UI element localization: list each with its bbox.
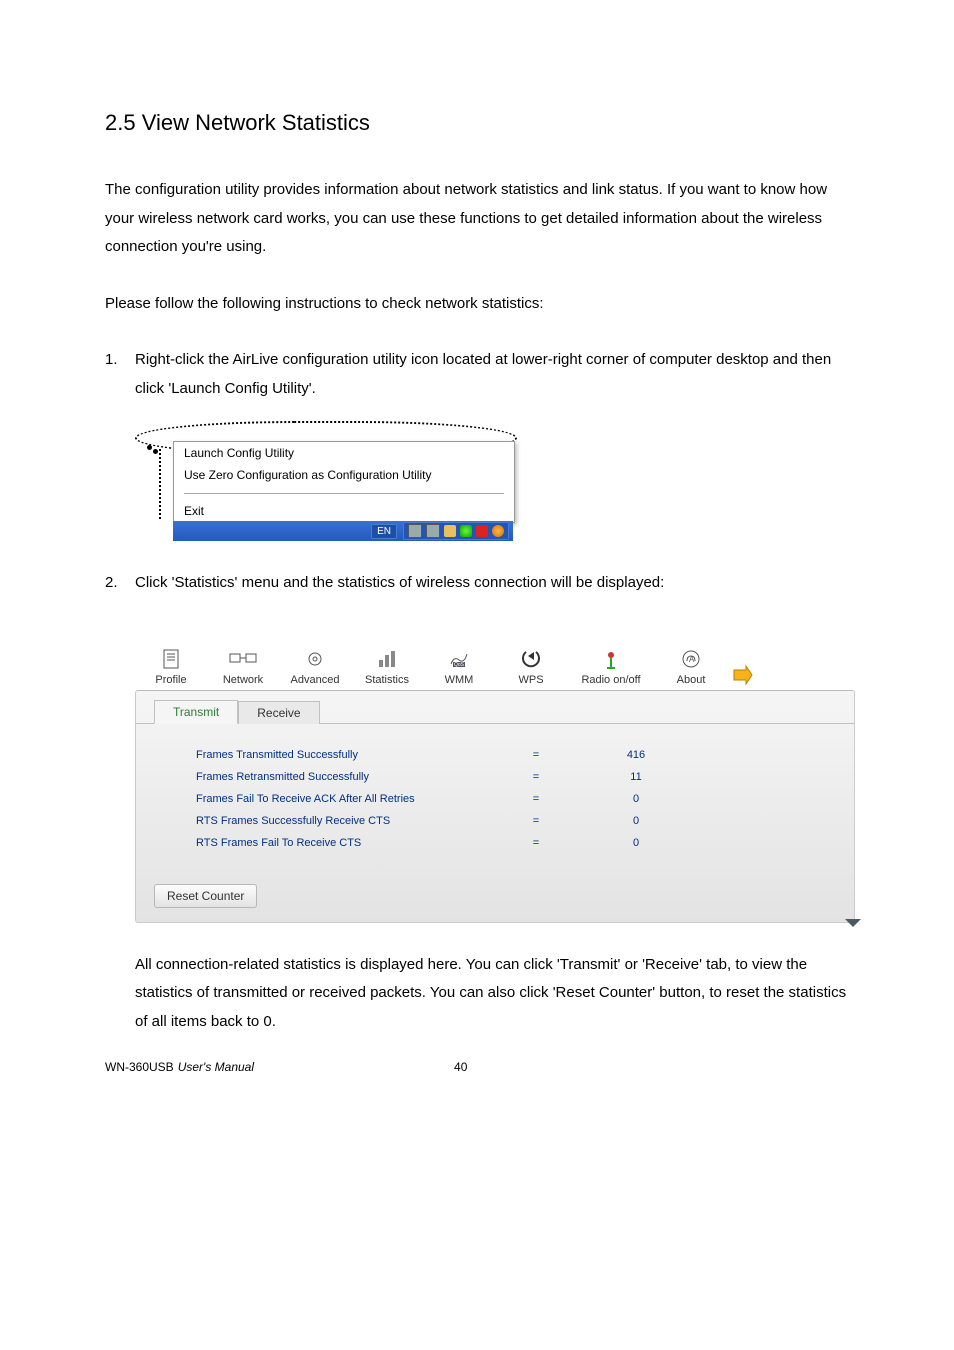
table-row: RTS Frames Fail To Receive CTS = 0 [196,832,814,854]
context-menu-screenshot: Launch Config Utility Use Zero Configura… [135,431,525,541]
tray-shield-icon[interactable] [444,525,456,537]
tab-transmit[interactable]: Transmit [154,700,238,724]
step-1: 1. Right-click the AirLive configuration… [105,346,849,403]
toolbar-next-arrow[interactable] [727,664,759,690]
reset-counter-button[interactable]: Reset Counter [154,884,257,908]
tab-bar: Transmit Receive [136,691,854,724]
tray-alert-icon[interactable] [476,525,488,537]
table-row: RTS Frames Successfully Receive CTS = 0 [196,810,814,832]
step-2-text: Click 'Statistics' menu and the statisti… [135,569,849,598]
step-2-number: 2. [105,569,135,598]
menu-separator [174,486,514,500]
statistics-icon [376,648,398,670]
stat-label: Frames Retransmitted Successfully [196,771,496,783]
toolbar-profile[interactable]: Profile [135,648,207,690]
footer-manual: User's Manual [178,1060,254,1074]
chevron-down-icon[interactable] [843,917,863,931]
tray-wifi-icon[interactable] [460,525,472,537]
pointer-line-icon [159,449,161,519]
toolbar: Profile Network Advanced Statistics QoS … [135,626,855,690]
equals-sign: = [496,815,576,827]
toolbar-label: Radio on/off [581,674,640,686]
stat-value: 0 [576,793,696,805]
stat-label: Frames Transmitted Successfully [196,749,496,761]
svg-text:A: A [689,655,695,664]
section-title: 2.5 View Network Statistics [105,110,849,136]
toolbar-label: Profile [155,674,186,686]
result-paragraph: All connection-related statistics is dis… [135,951,849,1037]
toolbar-wmm[interactable]: QoS WMM [423,648,495,690]
gear-icon [304,648,326,670]
toolbar-label: WPS [518,674,543,686]
toolbar-radio[interactable]: Radio on/off [567,648,655,690]
stat-value: 416 [576,749,696,761]
stat-value: 11 [576,771,696,783]
profile-icon [160,648,182,670]
pointer-dots-icon [147,445,167,455]
table-row: Frames Transmitted Successfully = 416 [196,744,814,766]
menu-item-zero-config[interactable]: Use Zero Configuration as Configuration … [174,464,514,486]
context-menu: Launch Config Utility Use Zero Configura… [173,441,515,523]
statistics-panel: Transmit Receive Frames Transmitted Succ… [135,690,855,923]
stat-label: Frames Fail To Receive ACK After All Ret… [196,793,496,805]
toolbar-label: Statistics [365,674,409,686]
footer-model: WN-360USB [105,1060,174,1074]
footer-page-number: 40 [454,1060,467,1074]
toolbar-label: WMM [445,674,474,686]
table-row: Frames Retransmitted Successfully = 11 [196,766,814,788]
stat-value: 0 [576,815,696,827]
equals-sign: = [496,749,576,761]
arrow-right-icon [732,664,754,686]
tab-receive[interactable]: Receive [238,701,319,724]
table-row: Frames Fail To Receive ACK After All Ret… [196,788,814,810]
wps-icon [520,648,542,670]
toolbar-statistics[interactable]: Statistics [351,648,423,690]
stat-label: RTS Frames Successfully Receive CTS [196,815,496,827]
network-icon [228,648,258,670]
about-icon: A [680,648,702,670]
toolbar-label: Advanced [291,674,340,686]
statistics-table: Frames Transmitted Successfully = 416 Fr… [136,724,854,864]
menu-item-exit[interactable]: Exit [174,500,514,522]
equals-sign: = [496,771,576,783]
language-indicator[interactable]: EN [371,524,397,539]
intro-paragraph-1: The configuration utility provides infor… [105,176,849,262]
toolbar-label: About [677,674,706,686]
stat-value: 0 [576,837,696,849]
toolbar-network[interactable]: Network [207,648,279,690]
equals-sign: = [496,793,576,805]
svg-text:QoS: QoS [454,662,465,668]
statistics-window: Profile Network Advanced Statistics QoS … [135,626,855,923]
equals-sign: = [496,837,576,849]
wmm-icon: QoS [448,648,470,670]
intro-paragraph-2: Please follow the following instructions… [105,290,849,319]
step-1-text: Right-click the AirLive configuration ut… [135,346,849,403]
tray-update-icon[interactable] [492,525,504,537]
step-1-number: 1. [105,346,135,403]
menu-item-launch-config[interactable]: Launch Config Utility [174,442,514,464]
systray [403,522,509,540]
stat-label: RTS Frames Fail To Receive CTS [196,837,496,849]
toolbar-about[interactable]: A About [655,648,727,690]
tray-display-icon[interactable] [426,524,440,538]
toolbar-wps[interactable]: WPS [495,648,567,690]
taskbar-tray: EN [173,521,513,541]
step-2: 2. Click 'Statistics' menu and the stati… [105,569,849,598]
radio-icon [600,648,622,670]
tray-monitor-icon[interactable] [408,524,422,538]
page-footer: WN-360USB User's Manual 40 [105,1060,467,1074]
toolbar-advanced[interactable]: Advanced [279,648,351,690]
toolbar-label: Network [223,674,263,686]
